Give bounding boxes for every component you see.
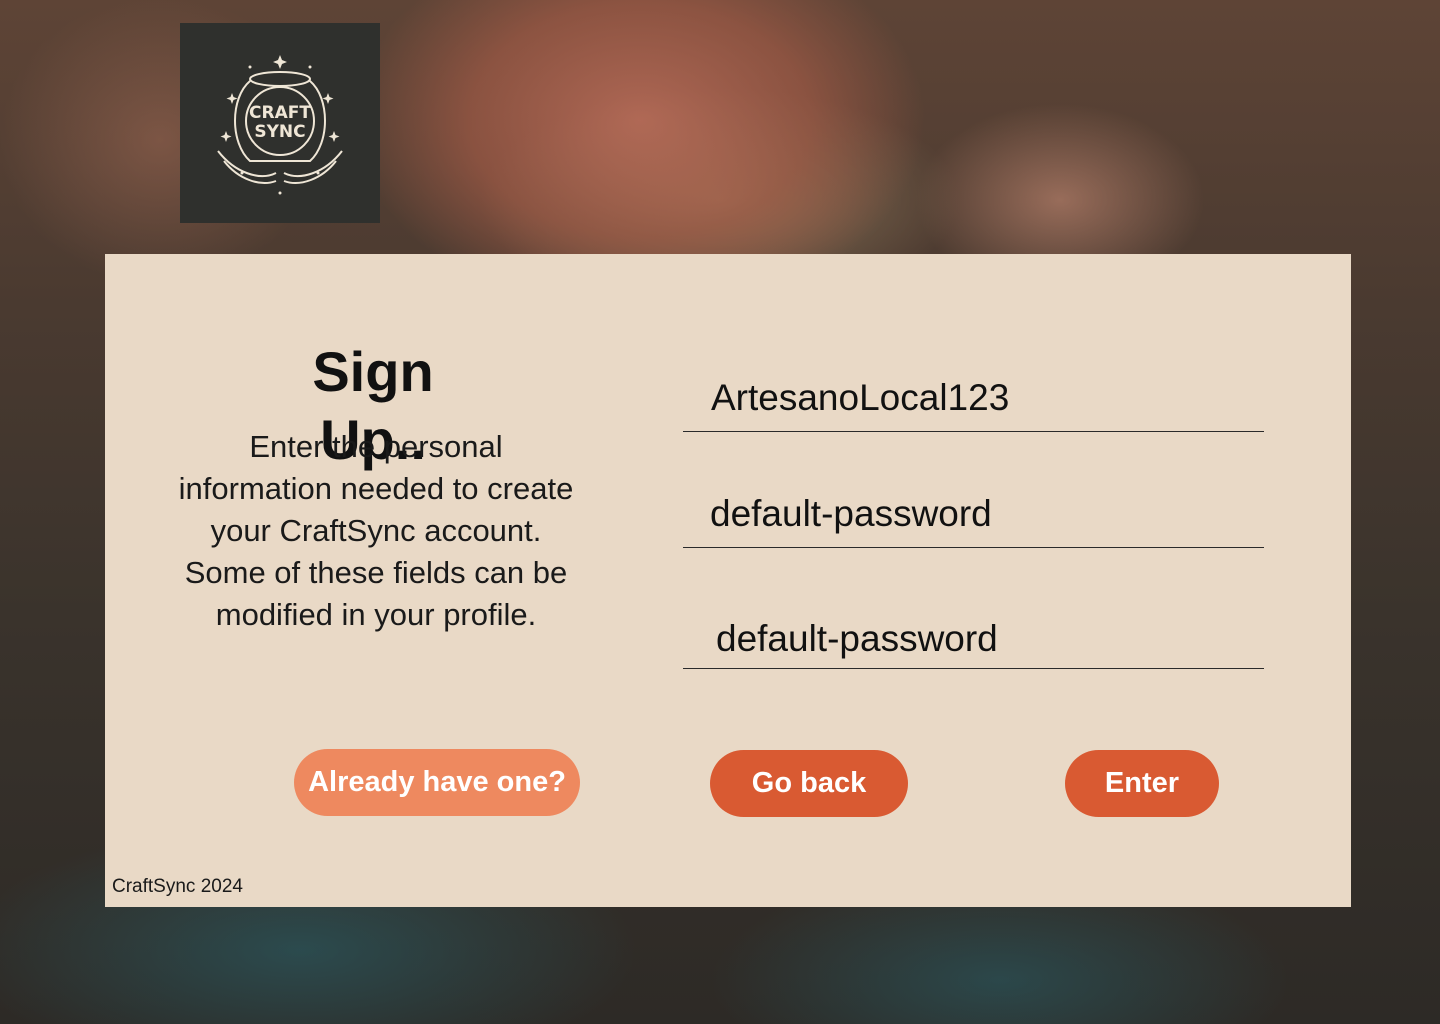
footer-copyright: CraftSync 2024 <box>112 876 243 897</box>
password-input[interactable] <box>683 486 1291 542</box>
signup-card: Sign Up.. Enter the personal information… <box>105 254 1351 907</box>
confirm-password-field <box>683 614 1297 669</box>
craftsync-logo: CRAFT SYNC <box>180 23 380 223</box>
already-have-account-button[interactable]: Already have one? <box>294 749 580 816</box>
signup-description: Enter the personal information needed to… <box>178 429 574 632</box>
password-field <box>683 486 1291 548</box>
username-input[interactable] <box>683 370 1292 426</box>
logo-text-craft: CRAFT <box>249 103 311 123</box>
username-field <box>683 370 1292 432</box>
pottery-logo-icon: CRAFT SYNC <box>217 55 343 195</box>
enter-button[interactable]: Enter <box>1065 750 1219 817</box>
confirm-password-input[interactable] <box>683 614 1297 664</box>
go-back-button[interactable]: Go back <box>710 750 908 817</box>
logo-text-sync: SYNC <box>254 122 305 142</box>
